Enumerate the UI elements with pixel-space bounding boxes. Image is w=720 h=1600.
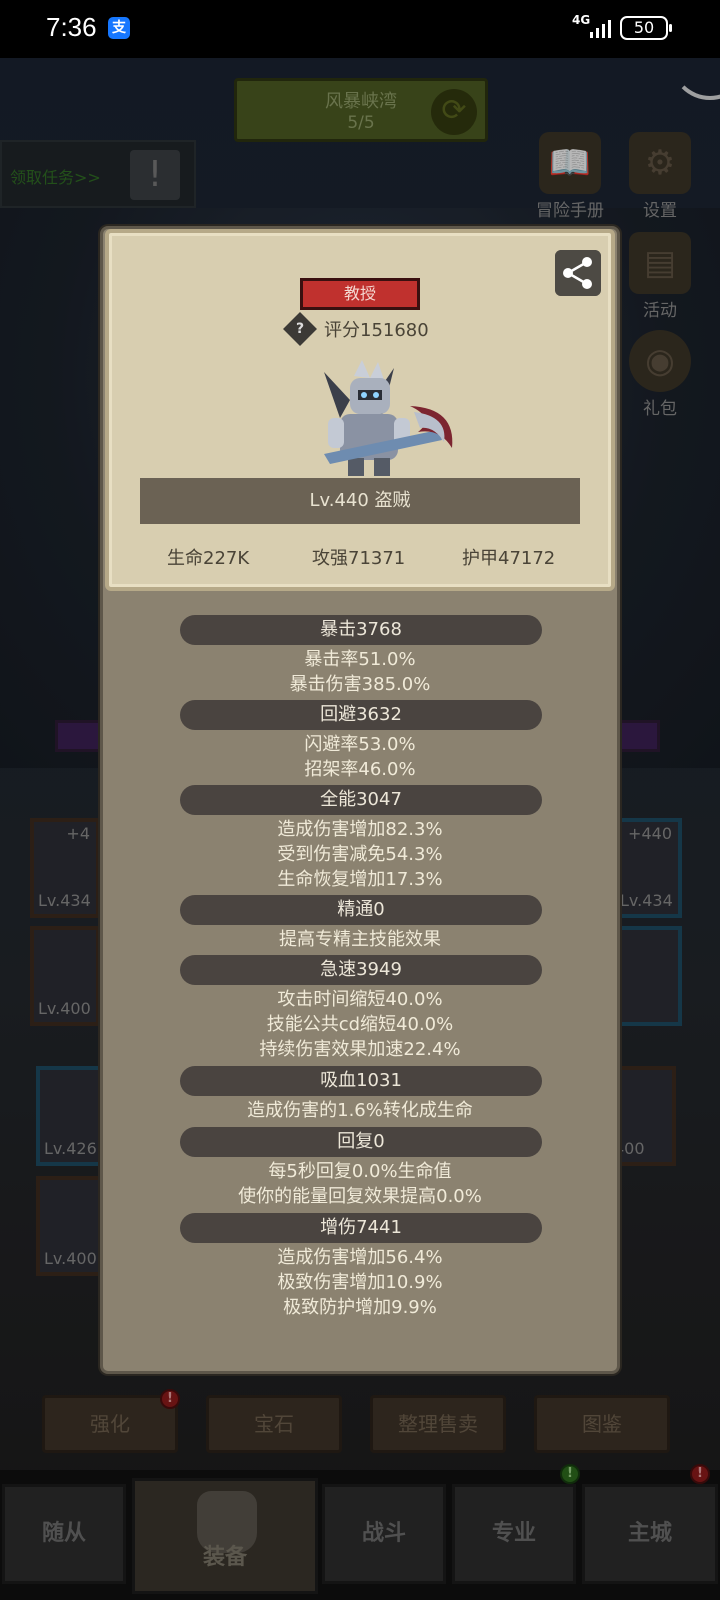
attr-line: 暴击率51.0% — [304, 649, 416, 670]
attr-header-crit: 暴击3768 — [180, 615, 542, 645]
attr-header-haste: 急速3949 — [180, 955, 542, 985]
attr-header-mastery: 精通0 — [180, 895, 542, 925]
attr-line: 技能公共cd缩短40.0% — [266, 1014, 454, 1035]
alipay-icon: 支 — [108, 17, 130, 39]
attr-header-regen: 回复0 — [180, 1127, 542, 1157]
attr-header-lifesteal: 吸血1031 — [180, 1066, 542, 1096]
attr-header-damage-boost: 增伤7441 — [180, 1213, 542, 1243]
attr-line: 提高专精主技能效果 — [279, 929, 441, 950]
attr-line: 造成伤害增加82.3% — [277, 819, 443, 840]
attr-line: 使你的能量回复效果提高0.0% — [238, 1186, 482, 1207]
score: ? 评分151680 — [283, 312, 429, 346]
attr-line: 生命恢复增加17.3% — [277, 869, 443, 890]
attack-stat: 攻强71371 — [312, 548, 406, 569]
network-label: 4G — [572, 13, 591, 27]
rogue-character-icon — [324, 360, 453, 476]
attr-line: 极致伤害增加10.9% — [277, 1272, 443, 1293]
clock: 7:36 — [46, 12, 97, 42]
signal-icon — [590, 20, 611, 38]
attr-line: 极致防护增加9.9% — [283, 1297, 437, 1318]
armor-stat: 护甲47172 — [462, 548, 556, 569]
hp-stat: 生命227K — [167, 548, 250, 569]
attr-line: 持续伤害效果加速22.4% — [259, 1039, 461, 1060]
battery-icon: 50 — [620, 16, 672, 40]
attr-line: 造成伤害的1.6%转化成生命 — [247, 1100, 473, 1121]
attr-header-evasion: 回避3632 — [180, 700, 542, 730]
attr-line: 招架率46.0% — [304, 759, 416, 780]
status-bar: 7:36 支 4G 50 — [0, 0, 720, 58]
share-icon[interactable] — [555, 250, 601, 296]
level-class-bar: Lv.440 盗贼 — [140, 478, 580, 524]
attr-line: 造成伤害增加56.4% — [277, 1247, 443, 1268]
help-icon[interactable]: ? — [283, 312, 317, 346]
attr-line: 受到伤害减免54.3% — [277, 844, 443, 865]
attr-line: 攻击时间缩短40.0% — [277, 989, 443, 1010]
attr-line: 每5秒回复0.0%生命值 — [268, 1161, 452, 1182]
attr-line: 闪避率53.0% — [304, 734, 416, 755]
attr-line: 暴击伤害385.0% — [289, 674, 431, 695]
score-value: 评分151680 — [324, 320, 429, 341]
title-badge: 教授 — [300, 278, 420, 310]
attr-header-versatility: 全能3047 — [180, 785, 542, 815]
